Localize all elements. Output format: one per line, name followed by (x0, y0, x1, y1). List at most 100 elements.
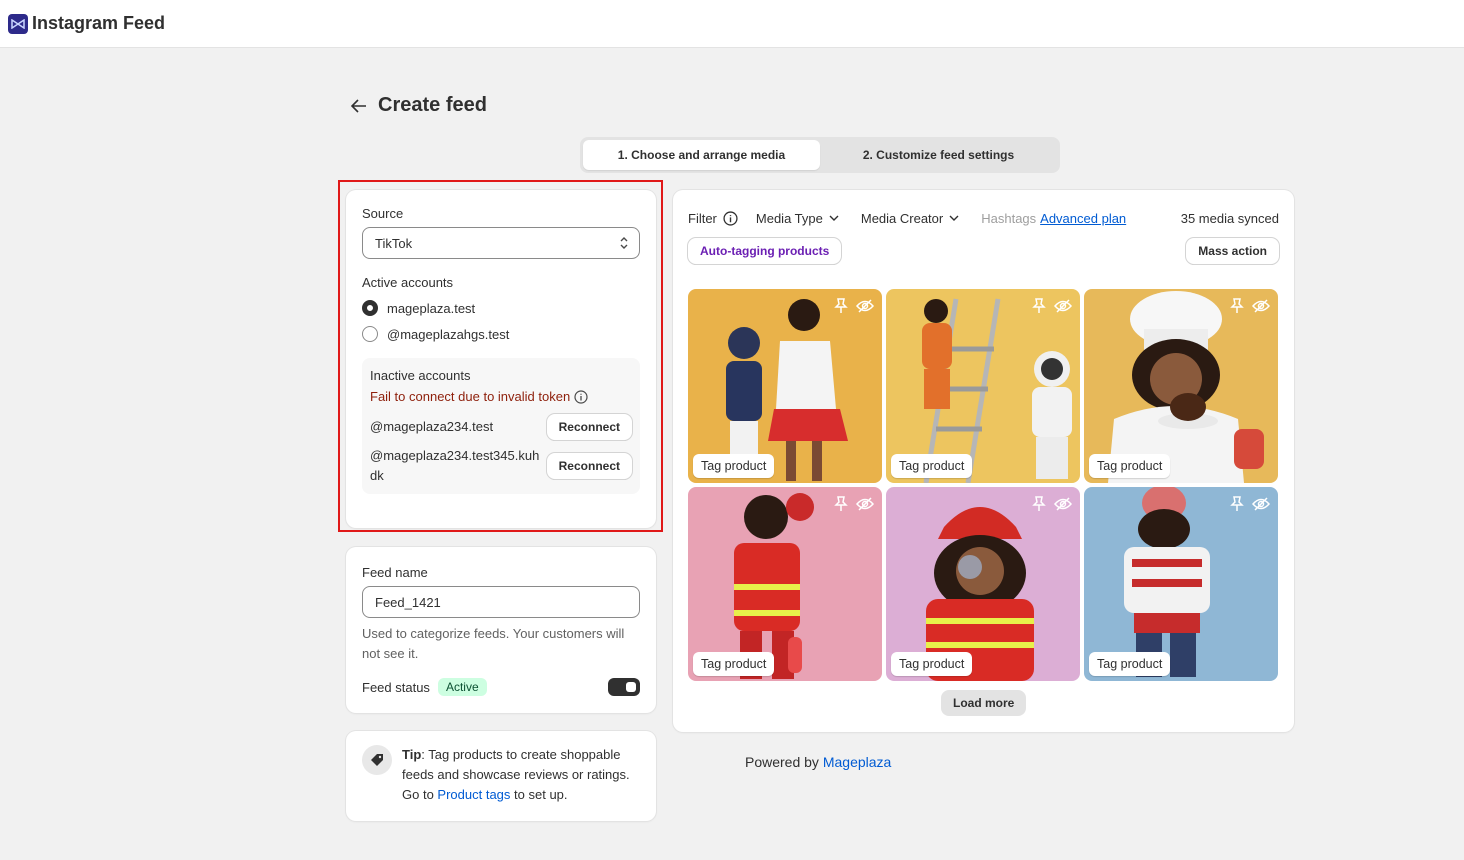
tag-product-button[interactable]: Tag product (1089, 454, 1171, 478)
powered-by: Powered by Mageplaza (745, 754, 891, 770)
media-tile[interactable]: Tag product (1084, 487, 1278, 681)
media-grid: Tag product Tag product Tag product Tag … (688, 289, 1279, 681)
tag-product-button[interactable]: Tag product (693, 454, 775, 478)
reconnect-button[interactable]: Reconnect (546, 453, 632, 479)
inactive-error-text: Fail to connect due to invalid token (370, 389, 571, 404)
tile-actions (1228, 297, 1270, 315)
toggle-knob (626, 682, 636, 692)
inactive-accounts-label: Inactive accounts (370, 368, 471, 383)
media-creator-label: Media Creator (860, 210, 944, 226)
media-type-filter[interactable]: Media Type (756, 211, 839, 226)
powered-by-text: Powered by (745, 754, 823, 770)
media-tile[interactable]: Tag product (886, 289, 1080, 483)
tag-product-button[interactable]: Tag product (1089, 652, 1171, 676)
pin-icon[interactable] (1030, 495, 1048, 513)
advanced-plan-link[interactable]: Advanced plan (1040, 211, 1126, 226)
feed-status-label: Feed status (362, 679, 430, 695)
radio-unchecked[interactable] (362, 326, 378, 342)
reconnect-button[interactable]: Reconnect (546, 414, 632, 440)
source-selected-value: TikTok (375, 235, 413, 251)
source-select[interactable]: TikTok (362, 227, 640, 259)
app-logo-icon (8, 13, 28, 34)
tag-product-button[interactable]: Tag product (891, 454, 973, 478)
inactive-account-row: @mageplaza234.test345.kuhdk Reconnect (370, 446, 632, 486)
inactive-accounts-box: Inactive accounts Fail to connect due to… (362, 358, 640, 494)
pin-icon[interactable] (832, 495, 850, 513)
tag-product-button[interactable]: Tag product (693, 652, 775, 676)
feed-settings-card: Feed name Feed_1421 Used to categorize f… (346, 547, 656, 713)
page-title: Create feed (378, 94, 487, 116)
tile-actions (1030, 495, 1072, 513)
app-title: Instagram Feed (32, 13, 166, 33)
inactive-account-name: @mageplaza234.test (370, 419, 494, 434)
back-arrow-icon[interactable] (348, 95, 370, 117)
step-tabs: 1. Choose and arrange media 2. Customize… (580, 137, 1060, 173)
filter-label-text: Filter (688, 210, 717, 226)
inactive-error: Fail to connect due to invalid token (370, 389, 632, 404)
feed-status-row: Feed status Active (362, 678, 640, 696)
tile-actions (832, 495, 874, 513)
feed-name-help: Used to categorize feeds. Your customers… (362, 626, 625, 661)
hide-icon[interactable] (1252, 495, 1270, 513)
status-badge: Active (437, 678, 487, 696)
active-account-option[interactable]: mageplaza.test (362, 300, 640, 316)
auto-tagging-button[interactable]: Auto-tagging products (688, 238, 842, 264)
info-icon[interactable] (723, 210, 738, 226)
info-icon[interactable] (574, 389, 588, 404)
source-label: Source (362, 206, 404, 221)
hashtags-filter: Hashtags Advanced plan (981, 211, 1126, 226)
media-synced-count: 35 media synced (1180, 210, 1279, 226)
chevron-down-icon (829, 215, 839, 221)
media-tile[interactable]: Tag product (886, 487, 1080, 681)
pin-icon[interactable] (832, 297, 850, 315)
pin-icon[interactable] (1228, 495, 1246, 513)
chevron-down-icon (949, 215, 959, 221)
page-header: Create feed (348, 94, 487, 117)
media-creator-filter[interactable]: Media Creator (861, 211, 959, 226)
action-row: Auto-tagging products Mass action (688, 238, 1279, 264)
media-type-label: Media Type (755, 210, 823, 226)
tile-actions (832, 297, 874, 315)
pin-icon[interactable] (1030, 297, 1048, 315)
active-account-name: @mageplazahgs.test (387, 326, 510, 342)
filter-row: Filter Media Type Media Creator Hashtags… (688, 206, 1279, 230)
tip-tail: to set up. (510, 787, 568, 802)
product-tags-link[interactable]: Product tags (437, 787, 510, 802)
active-account-name: mageplaza.test (387, 300, 476, 316)
app-top-bar: Instagram Feed (0, 0, 1464, 48)
mass-action-button[interactable]: Mass action (1186, 238, 1279, 264)
pin-icon[interactable] (1228, 297, 1246, 315)
tag-icon (362, 745, 392, 775)
active-account-option[interactable]: @mageplazahgs.test (362, 326, 640, 342)
media-card: Filter Media Type Media Creator Hashtags… (673, 190, 1294, 732)
tab-customize-settings[interactable]: 2. Customize feed settings (820, 140, 1057, 170)
media-tile[interactable]: Tag product (1084, 289, 1278, 483)
inactive-account-row: @mageplaza234.test Reconnect (370, 414, 632, 440)
tile-actions (1030, 297, 1072, 315)
tag-product-button[interactable]: Tag product (891, 652, 973, 676)
tab-choose-media[interactable]: 1. Choose and arrange media (583, 140, 820, 170)
media-tile[interactable]: Tag product (688, 487, 882, 681)
tip-text: Tip: Tag products to create shoppable fe… (402, 745, 640, 807)
active-accounts-label: Active accounts (362, 275, 454, 290)
media-tile[interactable]: Tag product (688, 289, 882, 483)
hashtags-label: Hashtags (981, 210, 1037, 226)
source-card: Source TikTok Active accounts mageplaza.… (346, 190, 656, 528)
filter-label: Filter (688, 211, 738, 226)
tip-card: Tip: Tag products to create shoppable fe… (346, 731, 656, 821)
tile-actions (1228, 495, 1270, 513)
hide-icon[interactable] (1054, 495, 1072, 513)
hide-icon[interactable] (856, 495, 874, 513)
mageplaza-link[interactable]: Mageplaza (823, 754, 892, 770)
radio-checked[interactable] (362, 300, 378, 316)
feed-name-label: Feed name (362, 565, 428, 580)
select-chevron-icon (620, 237, 628, 249)
tip-bold: Tip (402, 747, 422, 762)
hide-icon[interactable] (1054, 297, 1072, 315)
feed-name-input[interactable]: Feed_1421 (362, 586, 640, 618)
load-more-button[interactable]: Load more (941, 690, 1027, 716)
hide-icon[interactable] (856, 297, 874, 315)
inactive-account-name: @mageplaza234.test345.kuhdk (370, 448, 540, 483)
feed-status-toggle[interactable] (608, 678, 640, 696)
hide-icon[interactable] (1252, 297, 1270, 315)
